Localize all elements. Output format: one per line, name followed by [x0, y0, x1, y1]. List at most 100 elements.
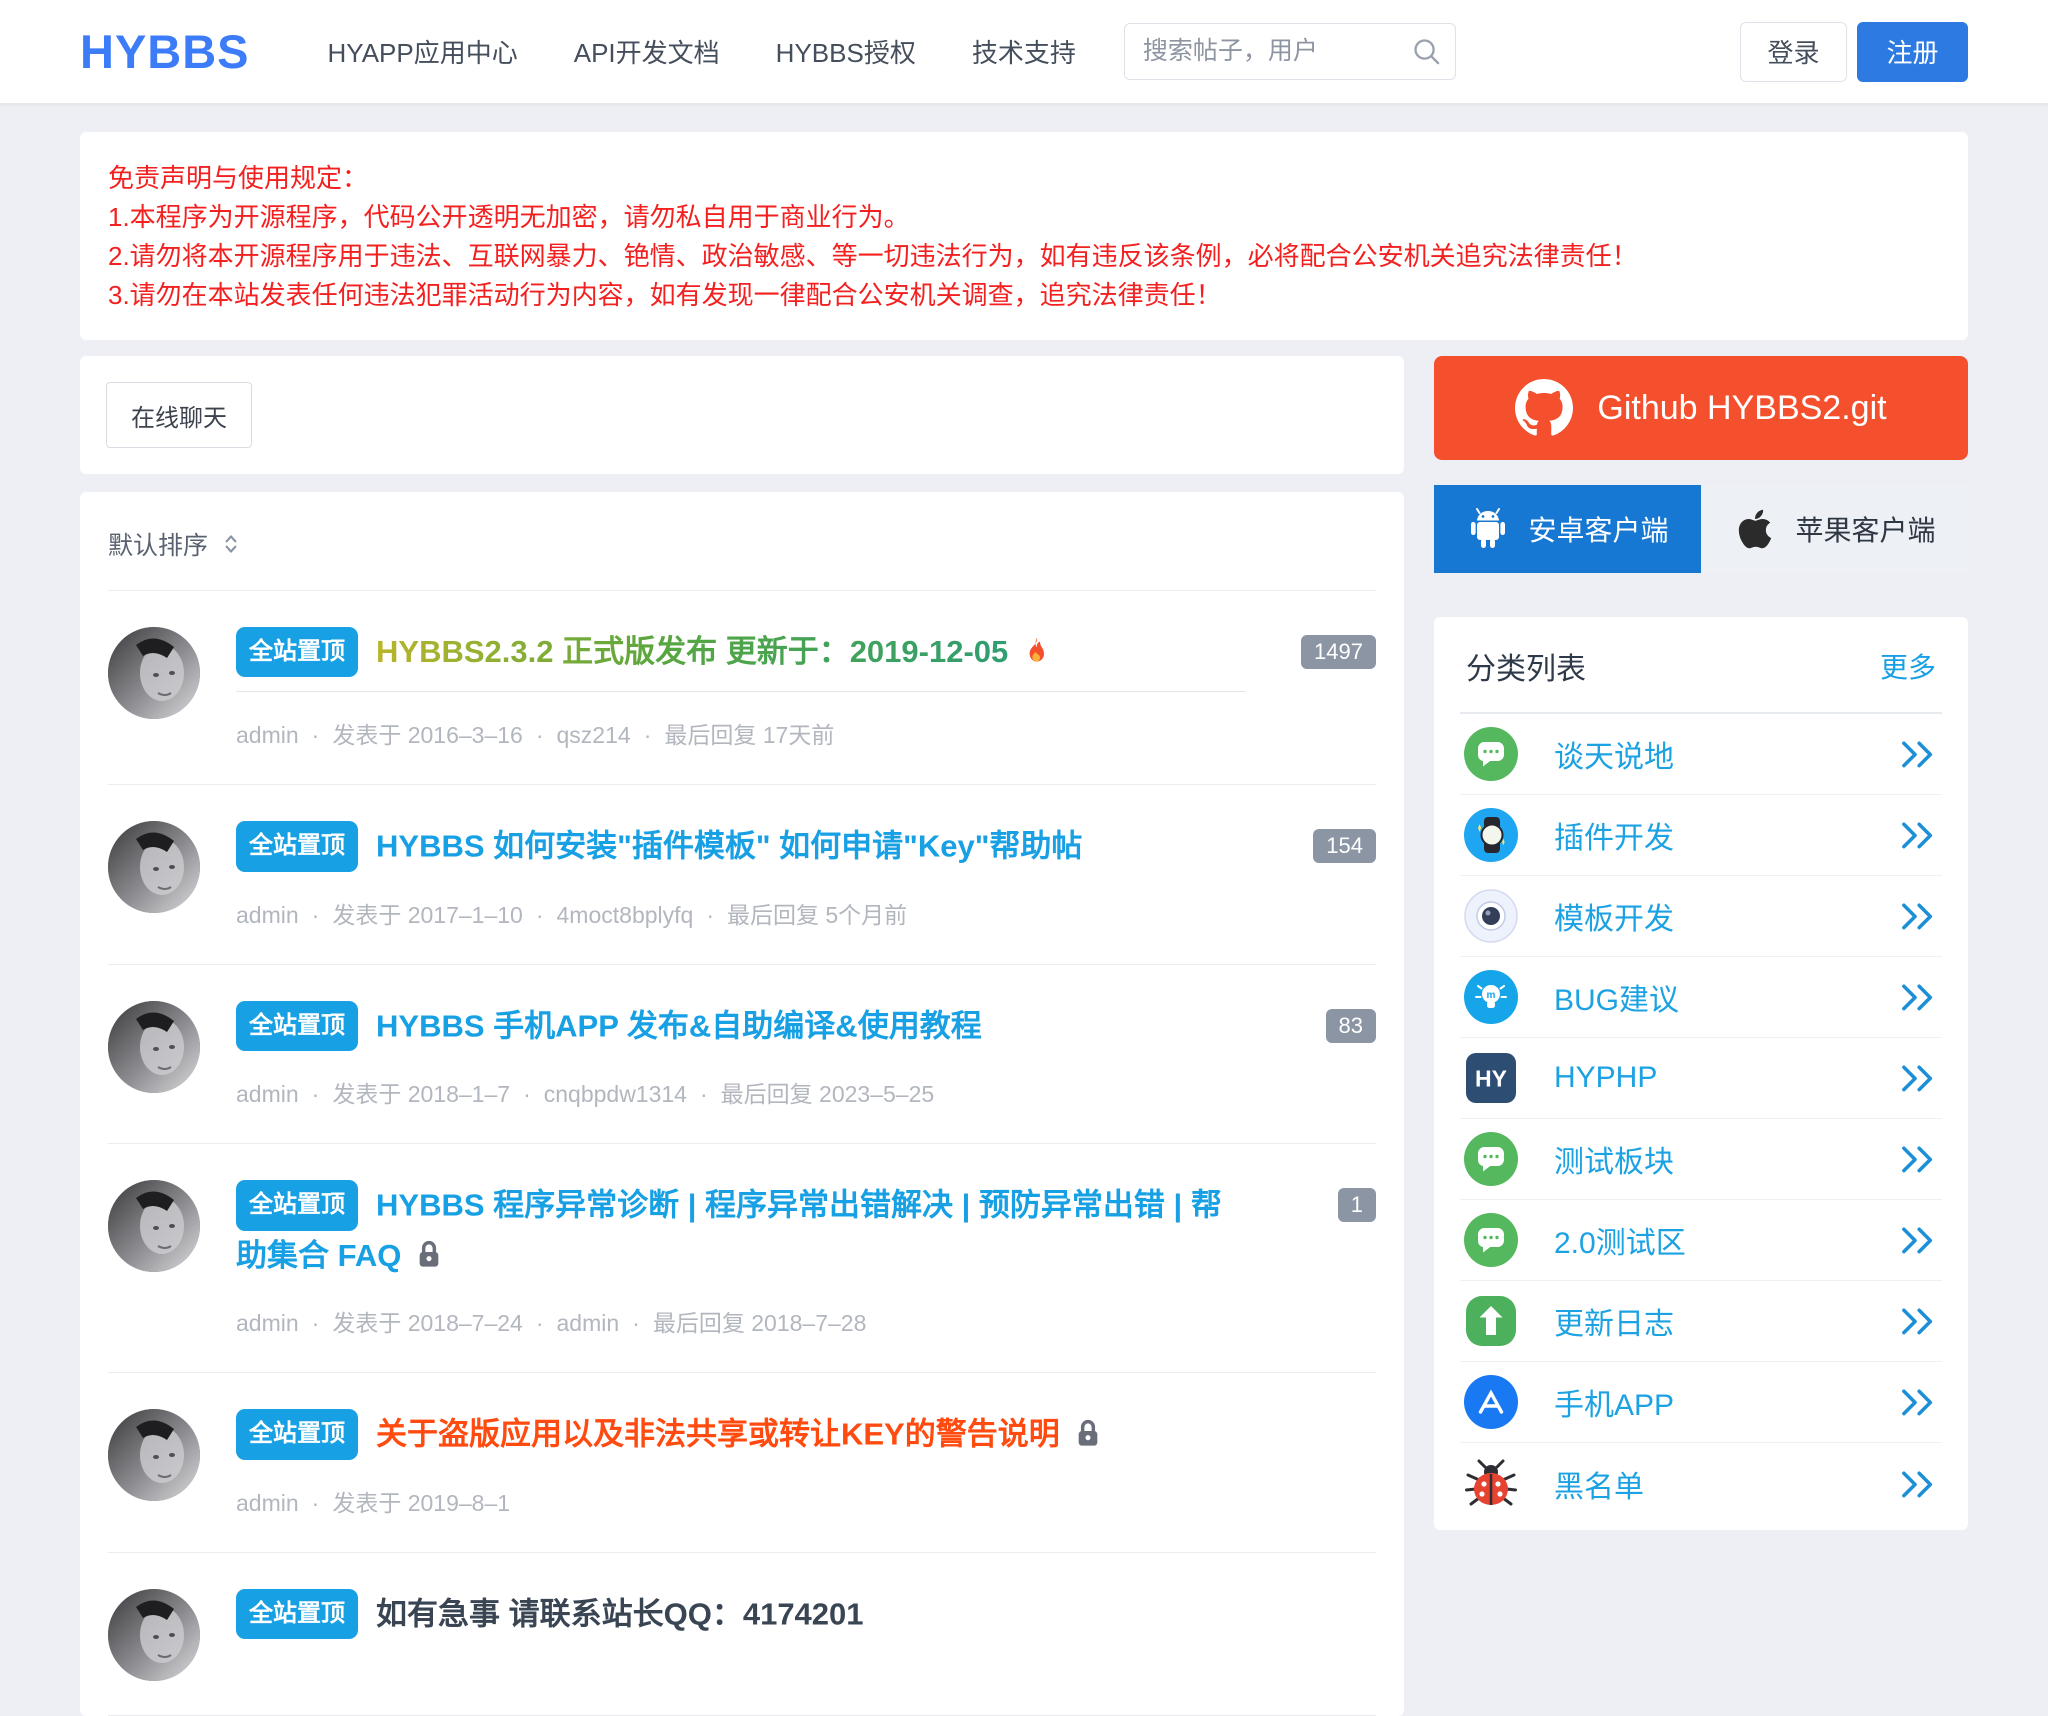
post-title[interactable]: HYBBS 如何安装"插件模板" 如何申请"Key"帮助帖 [376, 829, 1082, 864]
ladybug-icon [1464, 1457, 1518, 1511]
github-button[interactable]: Github HYBBS2.git [1434, 356, 1968, 460]
category-label: 插件开发 [1554, 813, 1674, 857]
post-content: 全站置顶 HYBBS2.3.2 正式版发布 更新于：2019-12-05 admin… [236, 627, 1376, 750]
category-label: 测试板块 [1554, 1137, 1674, 1181]
category-label: 2.0测试区 [1554, 1218, 1686, 1262]
category-item[interactable]: 模板开发 [1460, 876, 1942, 957]
double-chevron-right-icon [1898, 738, 1938, 770]
register-button[interactable]: 注册 [1857, 22, 1968, 82]
post-content: 全站置顶 HYBBS 手机APP 发布&自助编译&使用教程 admin · 发表于 20… [236, 1001, 1376, 1109]
category-label: BUG建议 [1554, 975, 1679, 1019]
post-meta-item: 发表于 2018–1–7 [332, 1081, 510, 1107]
post-meta: admin·发表于 2018–7–24·admin·最后回复 2018–7–28 [236, 1304, 1246, 1338]
nav-item-support[interactable]: 技术支持 [972, 33, 1076, 70]
category-item[interactable]: 更新日志 [1460, 1281, 1942, 1362]
meta-separator: · [312, 1310, 320, 1336]
post-list-card: 默认排序 全站置顶 HYBBS2.3.2 正式版发布 更新于：2019-12-05… [80, 492, 1404, 1716]
client-download-buttons: 安卓客户端 苹果客户端 [1434, 485, 1968, 573]
meta-separator: · [536, 722, 544, 748]
post-title[interactable]: HYBBS 手机APP 发布&自助编译&使用教程 [376, 1008, 982, 1043]
ios-client-button[interactable]: 苹果客户端 [1701, 485, 1968, 573]
lock-icon [413, 1238, 445, 1272]
category-item[interactable]: 谈天说地 [1460, 714, 1942, 795]
post-content: 全站置顶关于盗版应用以及非法共享或转让KEY的警告说明admin·发表于 201… [236, 1409, 1376, 1517]
category-item[interactable]: 手机APP [1460, 1362, 1942, 1443]
post-content: 全站置顶HYBBS 如何安装"插件模板" 如何申请"Key"帮助帖admin·发… [236, 821, 1376, 929]
meta-separator: · [700, 1081, 708, 1107]
nav-item-hyapp[interactable]: HYAPP应用中心 [328, 33, 518, 70]
category-more-link[interactable]: 更多 [1880, 646, 1936, 686]
post-content: 全站置顶如有急事 请联系站长QQ：4174201 [236, 1589, 1376, 1681]
category-label: HYPHP [1554, 1061, 1657, 1095]
ios-client-label: 苹果客户端 [1795, 509, 1935, 549]
post-title[interactable]: 如有急事 请联系站长QQ：4174201 [376, 1596, 864, 1631]
post-meta-item: 最后回复 5个月前 [727, 902, 907, 928]
search-input[interactable] [1124, 23, 1456, 80]
meta-separator: · [644, 722, 652, 748]
post-row: 全站置顶 HYBBS2.3.2 正式版发布 更新于：2019-12-05 admin… [108, 591, 1376, 785]
disclaimer-line: 2.请勿将本开源程序用于违法、互联网暴力、铯情、政治敏感、等一切违法行为，如有违… [108, 237, 1940, 276]
pinned-badge: 全站置顶 [236, 1589, 358, 1639]
sort-header: 默认排序 [108, 492, 1376, 591]
double-chevron-right-icon [1898, 900, 1938, 932]
fire-icon [1020, 635, 1052, 669]
github-icon [1515, 379, 1573, 437]
double-chevron-right-icon [1898, 1143, 1938, 1175]
post-meta-item: 4moct8bplyfq [557, 902, 694, 928]
reply-count-badge: 1497 [1301, 635, 1376, 669]
category-item[interactable]: HYHYPHP [1460, 1038, 1942, 1119]
lock-icon [1072, 1417, 1104, 1451]
post-title[interactable]: HYBBS 程序异常诊断 | 程序异常出错解决 | 预防异常出错 | 帮助集合 … [236, 1188, 1222, 1273]
android-client-button[interactable]: 安卓客户端 [1434, 485, 1701, 573]
post-meta-item: 最后回复 2018–7–28 [653, 1310, 867, 1336]
double-chevron-right-icon [1898, 1386, 1938, 1418]
online-chat-button[interactable]: 在线聊天 [106, 382, 252, 448]
sort-order-icon[interactable] [218, 531, 244, 557]
avatar[interactable] [108, 1589, 200, 1681]
post-title[interactable]: 关于盗版应用以及非法共享或转让KEY的警告说明 [376, 1417, 1060, 1452]
double-chevron-right-icon [1898, 981, 1938, 1013]
disclaimer-notice: 免责声明与使用规定： 1.本程序为开源程序，代码公开透明无加密，请勿私自用于商业… [80, 132, 1968, 340]
category-title: 分类列表 [1466, 644, 1586, 688]
category-item[interactable]: 插件开发 [1460, 795, 1942, 876]
category-header: 分类列表 更多 [1460, 617, 1942, 714]
post-meta-item: 最后回复 2023–5–25 [721, 1081, 935, 1107]
pinned-badge: 全站置顶 [236, 627, 358, 677]
post-author: admin [236, 722, 299, 748]
login-button[interactable]: 登录 [1740, 22, 1847, 82]
meta-separator: · [312, 722, 320, 748]
reply-count-badge: 154 [1313, 829, 1376, 863]
nav-item-license[interactable]: HYBBS授权 [776, 33, 916, 70]
main-nav: HYAPP应用中心 API开发文档 HYBBS授权 技术支持 [328, 33, 1076, 70]
avatar[interactable] [108, 1409, 200, 1501]
avatar[interactable] [108, 1180, 200, 1272]
double-chevron-right-icon [1898, 1224, 1938, 1256]
post-meta-item: cnqbpdw1314 [544, 1081, 687, 1107]
avatar[interactable] [108, 821, 200, 913]
pinned-badge: 全站置顶 [236, 1001, 358, 1051]
search-icon[interactable] [1411, 36, 1442, 67]
pinned-badge: 全站置顶 [236, 1180, 358, 1230]
sort-label: 默认排序 [108, 526, 208, 562]
watch-icon [1464, 808, 1518, 862]
avatar[interactable] [108, 627, 200, 719]
disclaimer-line: 免责声明与使用规定： [108, 159, 1940, 198]
category-item[interactable]: 黑名单 [1460, 1443, 1942, 1524]
meta-separator: · [312, 902, 320, 928]
post-row: 全站置顶如有急事 请联系站长QQ：4174201 [108, 1553, 1376, 1716]
nav-item-api-docs[interactable]: API开发文档 [574, 33, 720, 70]
avatar[interactable] [108, 1001, 200, 1093]
site-logo[interactable]: HYBBS [80, 24, 250, 79]
category-item[interactable]: 2.0测试区 [1460, 1200, 1942, 1281]
apple-icon [1733, 507, 1777, 551]
post-author: admin [236, 1081, 299, 1107]
post-title[interactable]: HYBBS2.3.2 正式版发布 更新于：2019-12-05 [376, 634, 1008, 669]
post-title-row: 全站置顶HYBBS 程序异常诊断 | 程序异常出错解决 | 预防异常出错 | 帮… [236, 1180, 1246, 1280]
category-list: 谈天说地插件开发模板开发mBUG建议HYHYPHP 测试板块 2.0测试区更新日志手… [1460, 714, 1942, 1524]
auth-buttons: 登录 注册 [1740, 22, 1968, 82]
post-row: 全站置顶关于盗版应用以及非法共享或转让KEY的警告说明admin·发表于 201… [108, 1373, 1376, 1552]
category-item[interactable]: 测试板块 [1460, 1119, 1942, 1200]
category-item[interactable]: mBUG建议 [1460, 957, 1942, 1038]
disclaimer-line: 1.本程序为开源程序，代码公开透明无加密，请勿私自用于商业行为。 [108, 198, 1940, 237]
post-meta-item: 发表于 2018–7–24 [332, 1310, 523, 1336]
